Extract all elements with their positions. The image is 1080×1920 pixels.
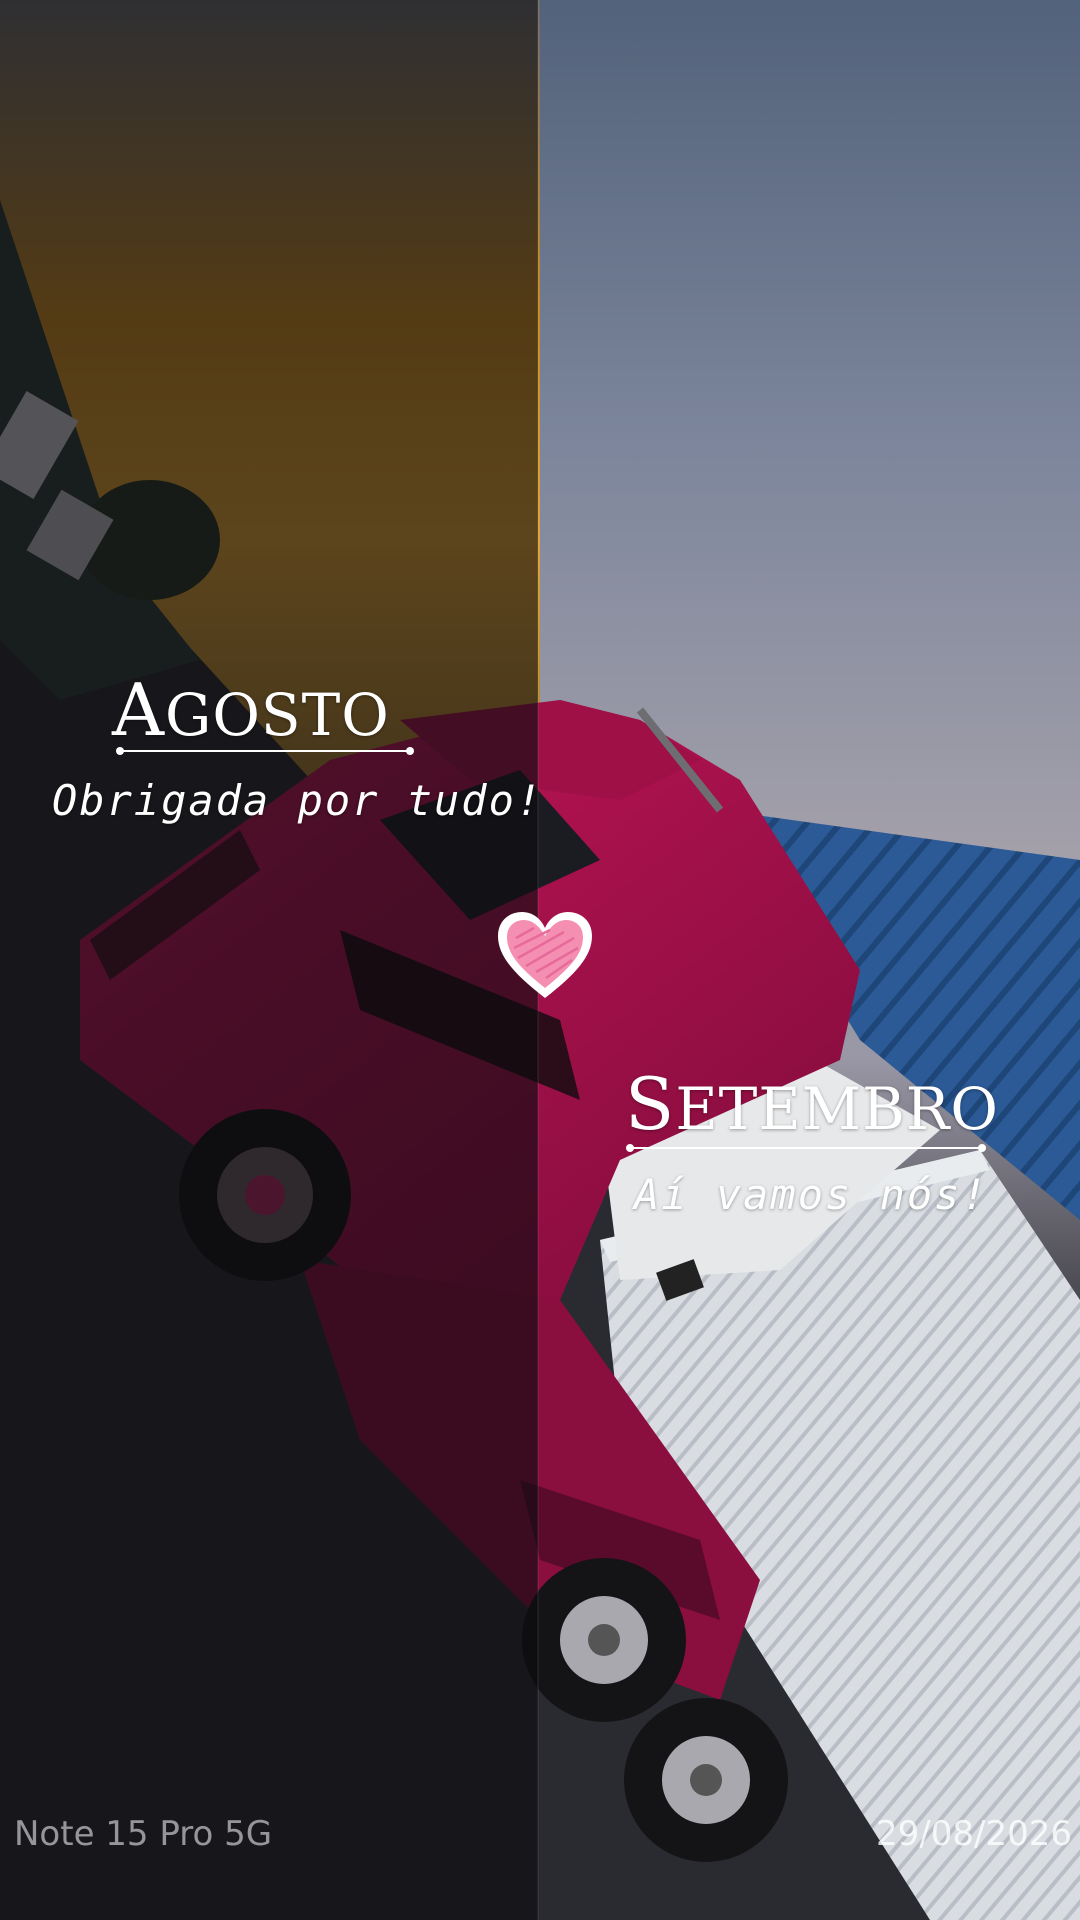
heart-icon: [498, 912, 592, 998]
setembro-title: SETEMBRO: [625, 1062, 999, 1146]
agosto-title-rest: GOSTO: [165, 681, 390, 749]
agosto-title-initial: A: [112, 668, 165, 752]
setembro-title-rest: ETEMBRO: [675, 1075, 999, 1143]
setembro-subtitle: Aí vamos nós!: [634, 1170, 989, 1219]
date-stamp: 29/08/2026: [876, 1814, 1072, 1854]
setembro-title-initial: S: [625, 1062, 676, 1146]
setembro-underline: [626, 1144, 986, 1152]
agosto-underline: [116, 747, 414, 755]
left-dim-overlay: [0, 0, 538, 1920]
agosto-title: AGOSTO: [112, 668, 390, 752]
device-watermark: Note 15 Pro 5G: [14, 1814, 273, 1854]
agosto-subtitle: Obrigada por tudo!: [52, 776, 544, 825]
photo-frame: AGOSTO Obrigada por tudo! SETEMBRO Aí va…: [0, 0, 1080, 1920]
